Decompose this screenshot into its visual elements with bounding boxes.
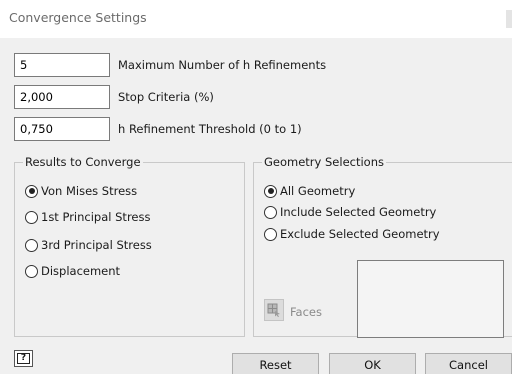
ok-button[interactable]: OK <box>329 353 416 374</box>
radio-label: Displacement <box>41 264 121 278</box>
results-to-converge-group: Results to Converge Von Mises Stress 1st… <box>14 155 245 337</box>
title-bar: Convergence Settings <box>0 0 512 38</box>
faces-selection-list[interactable] <box>357 260 504 338</box>
radio-include-selected-geometry[interactable]: Include Selected Geometry <box>264 204 436 220</box>
max-refinements-label: Maximum Number of h Refinements <box>118 58 327 72</box>
faces-select-button[interactable] <box>264 299 284 321</box>
cancel-button[interactable]: Cancel <box>425 353 512 374</box>
radio-indicator[interactable] <box>264 205 277 219</box>
stop-criteria-label: Stop Criteria (%) <box>118 90 214 104</box>
radio-label: Von Mises Stress <box>41 184 138 198</box>
radio-label: All Geometry <box>280 184 356 198</box>
refinement-threshold-label: h Refinement Threshold (0 to 1) <box>118 122 302 136</box>
radio-indicator[interactable] <box>264 184 277 198</box>
radio-all-geometry[interactable]: All Geometry <box>264 183 355 199</box>
geometry-group-title: Geometry Selections <box>262 155 386 169</box>
stop-criteria-input[interactable] <box>14 85 110 109</box>
window-title: Convergence Settings <box>9 10 147 25</box>
geometry-selections-group: Geometry Selections All Geometry Include… <box>253 155 512 338</box>
radio-indicator[interactable] <box>25 264 38 278</box>
max-refinements-input[interactable] <box>14 53 110 77</box>
radio-label: 1st Principal Stress <box>41 210 151 224</box>
radio-indicator[interactable] <box>264 227 277 241</box>
results-group-title: Results to Converge <box>23 155 143 169</box>
reset-button[interactable]: Reset <box>232 353 319 374</box>
radio-indicator[interactable] <box>25 238 38 252</box>
help-icon: ? <box>17 353 30 364</box>
faces-label: Faces <box>290 305 322 319</box>
radio-indicator[interactable] <box>25 210 38 224</box>
radio-indicator[interactable] <box>25 184 38 198</box>
radio-3rd-principal-stress[interactable]: 3rd Principal Stress <box>25 237 152 253</box>
refinement-threshold-input[interactable] <box>14 117 110 141</box>
close-button[interactable] <box>506 10 512 28</box>
radio-label: 3rd Principal Stress <box>41 238 152 252</box>
radio-1st-principal-stress[interactable]: 1st Principal Stress <box>25 209 150 225</box>
radio-displacement[interactable]: Displacement <box>25 263 120 279</box>
help-button[interactable]: ? <box>14 350 33 367</box>
radio-von-mises-stress[interactable]: Von Mises Stress <box>25 183 137 199</box>
radio-exclude-selected-geometry[interactable]: Exclude Selected Geometry <box>264 226 440 242</box>
faces-select-icon <box>267 303 280 317</box>
radio-label: Exclude Selected Geometry <box>280 227 440 241</box>
radio-label: Include Selected Geometry <box>280 205 437 219</box>
